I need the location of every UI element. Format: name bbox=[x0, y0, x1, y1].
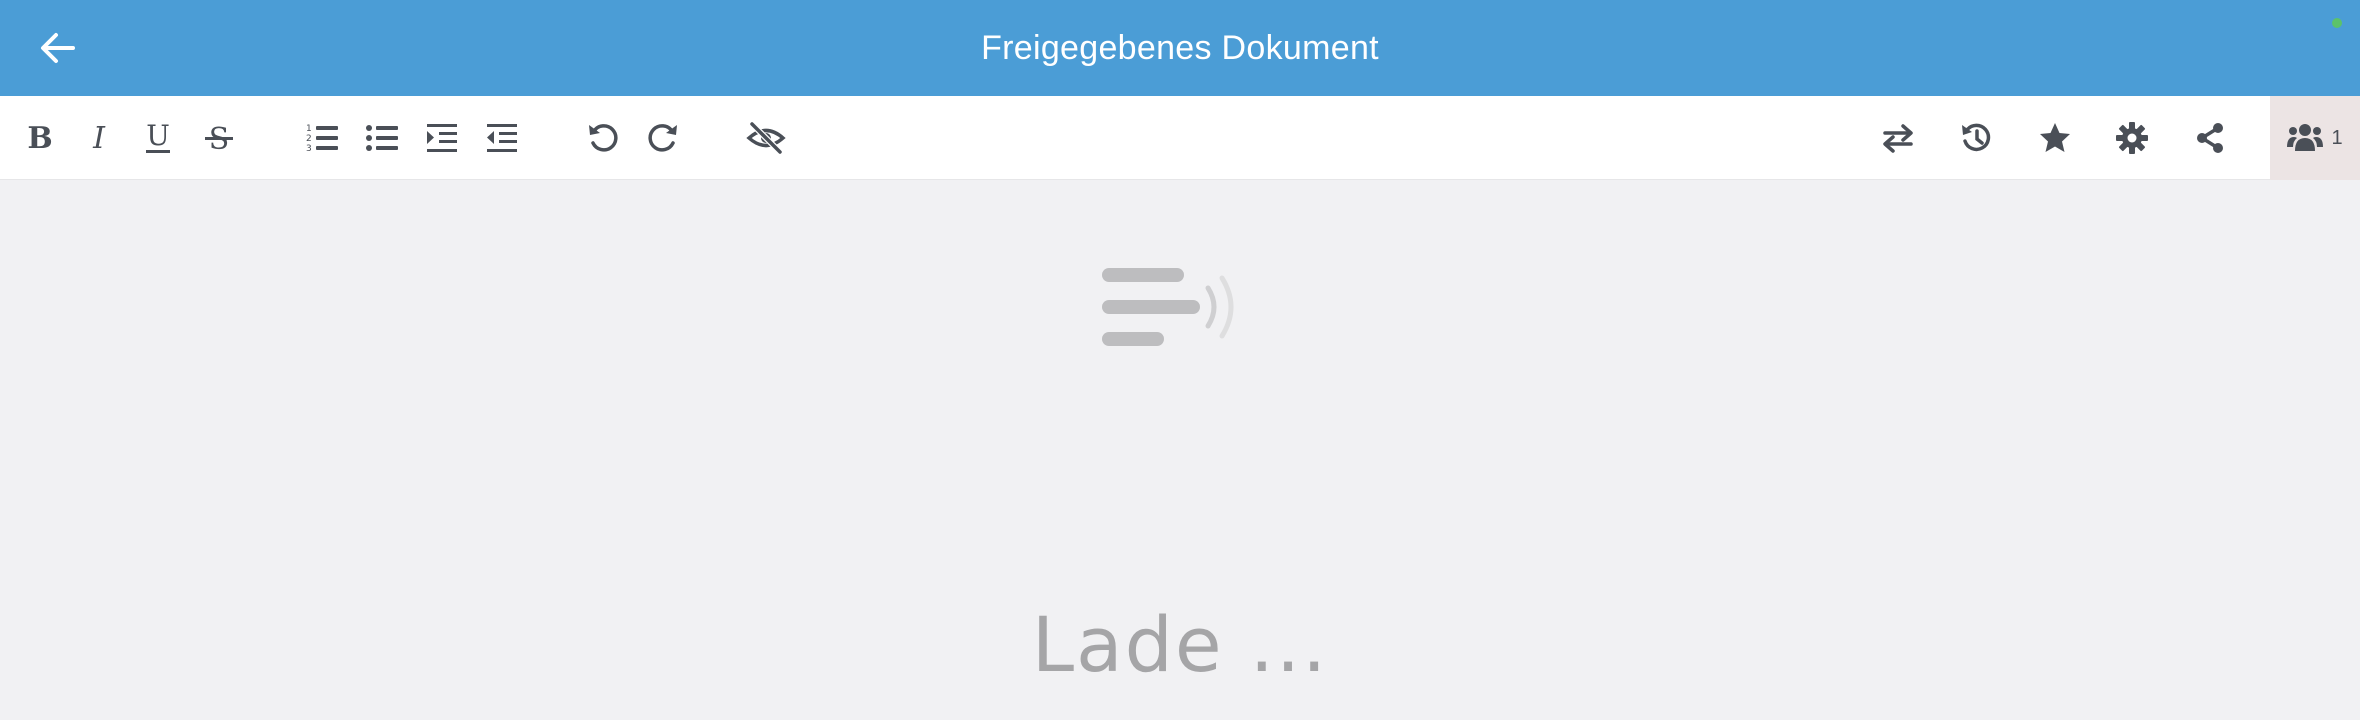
svg-text:1: 1 bbox=[306, 124, 312, 134]
star-icon bbox=[2040, 123, 2070, 152]
users-icon bbox=[2287, 124, 2324, 151]
swap-button[interactable] bbox=[1870, 110, 1926, 166]
outdent-icon bbox=[487, 124, 517, 152]
loading-doc-icon bbox=[1102, 268, 1234, 346]
italic-button[interactable]: I bbox=[71, 110, 127, 166]
bold-icon: B bbox=[27, 121, 52, 155]
svg-text:U: U bbox=[146, 121, 170, 152]
underline-icon: U bbox=[146, 121, 170, 153]
ordered-list-icon: 1 2 3 bbox=[306, 124, 338, 154]
users-online-button[interactable]: 1 bbox=[2270, 96, 2360, 180]
italic-icon: I bbox=[92, 121, 106, 155]
swap-icon bbox=[1883, 124, 1913, 153]
eye-slash-icon bbox=[746, 121, 786, 155]
arrow-left-icon bbox=[41, 33, 75, 63]
svg-text:B: B bbox=[27, 121, 52, 155]
share-button[interactable] bbox=[2182, 110, 2238, 166]
app-header: Freigegebenes Dokument bbox=[0, 0, 2360, 96]
bold-button[interactable]: B bbox=[12, 110, 68, 166]
page-title: Freigegebenes Dokument bbox=[981, 28, 1379, 67]
svg-text:3: 3 bbox=[306, 144, 312, 154]
settings-button[interactable] bbox=[2104, 110, 2160, 166]
strikethrough-button[interactable]: S bbox=[191, 110, 247, 166]
editor-toolbar: B I U S 1 2 3 bbox=[0, 96, 2360, 180]
strikethrough-icon: S bbox=[205, 122, 233, 155]
redo-button[interactable] bbox=[635, 110, 691, 166]
users-count: 1 bbox=[2331, 126, 2343, 149]
history-button[interactable] bbox=[1948, 110, 2004, 166]
svg-text:2: 2 bbox=[306, 134, 312, 144]
indent-icon bbox=[427, 124, 457, 152]
loading-label: Lade ... bbox=[1031, 600, 1329, 689]
svg-text:I: I bbox=[92, 121, 106, 155]
gear-icon bbox=[2116, 122, 2148, 154]
undo-button[interactable] bbox=[575, 110, 631, 166]
bullet-list-icon bbox=[366, 125, 398, 151]
connection-status-dot bbox=[2332, 18, 2342, 28]
redo-icon bbox=[648, 124, 677, 152]
underline-button[interactable]: U bbox=[130, 110, 186, 166]
history-icon bbox=[1962, 123, 1991, 152]
outdent-button[interactable] bbox=[474, 110, 530, 166]
bullet-list-button[interactable] bbox=[354, 110, 410, 166]
share-icon bbox=[2197, 123, 2223, 153]
undo-icon bbox=[589, 124, 618, 152]
toggle-preview-button[interactable] bbox=[738, 110, 794, 166]
back-button[interactable] bbox=[28, 20, 86, 76]
ordered-list-button[interactable]: 1 2 3 bbox=[294, 110, 350, 166]
indent-button[interactable] bbox=[414, 110, 470, 166]
favorite-button[interactable] bbox=[2027, 110, 2083, 166]
